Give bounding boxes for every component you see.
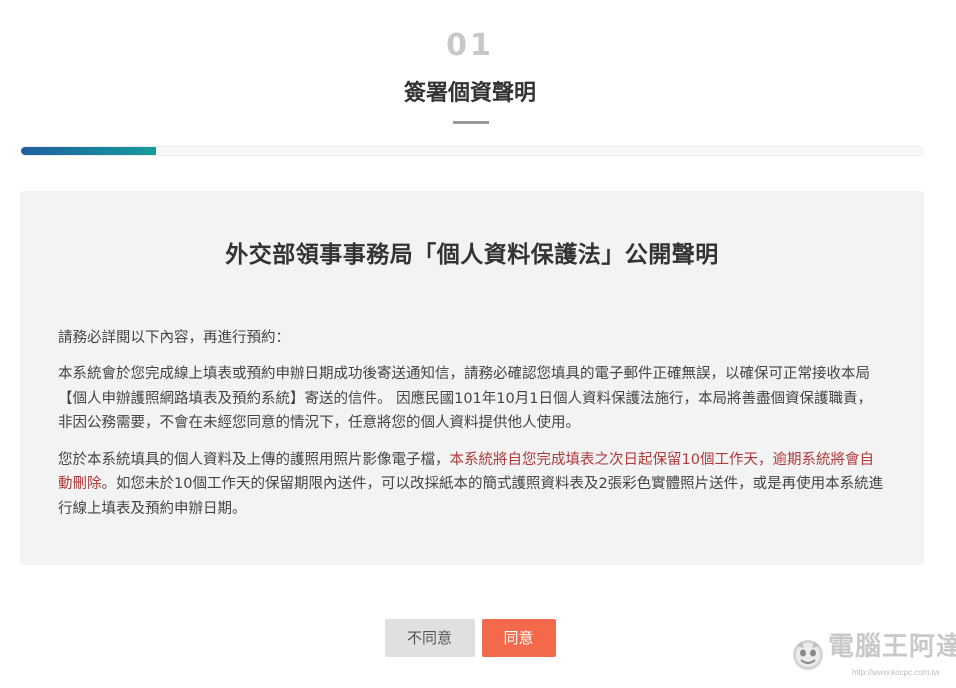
statement-intro: 請務必詳閱以下內容，再進行預約：: [58, 330, 290, 346]
statement-paragraph-1: 本系統會於您完成線上填表或預約申辦日期成功後寄送通知信，請務必確認您填具的電子郵…: [58, 366, 872, 431]
paragraph-2-text-before: 您於本系統填具的個人資料及上傳的護照用照片影像電子檔，: [58, 451, 450, 468]
paragraph-2-text-after: 。如您未於10個工作天的保留期限內送件，可以改採紙本的簡式護照資料表及2張彩色實…: [58, 476, 884, 517]
disagree-button[interactable]: 不同意: [384, 619, 475, 657]
watermark-text: 電腦王阿達: [828, 632, 956, 662]
agree-button[interactable]: 同意: [481, 619, 556, 657]
step-number: 01: [446, 28, 494, 63]
statement-panel: 外交部領事事務局「個人資料保護法」公開聲明 請務必詳閱以下內容，再進行預約： 本…: [20, 191, 924, 565]
title-underline: [453, 121, 489, 124]
watermark-url: http://www.kocpc.com.tw: [852, 668, 940, 677]
mascot-icon: [793, 640, 823, 670]
statement-paragraph-2: 您於本系統填具的個人資料及上傳的護照用照片影像電子檔，本系統將自您完成填表之次日…: [58, 448, 886, 522]
progress-bar: [20, 146, 924, 156]
watermark: 電腦王阿達 http://www.kocpc.com.tw: [788, 630, 956, 682]
progress-fill: [21, 147, 157, 155]
statement-title: 外交部領事事務局「個人資料保護法」公開聲明: [225, 242, 719, 268]
step-title: 簽署個資聲明: [403, 81, 536, 106]
